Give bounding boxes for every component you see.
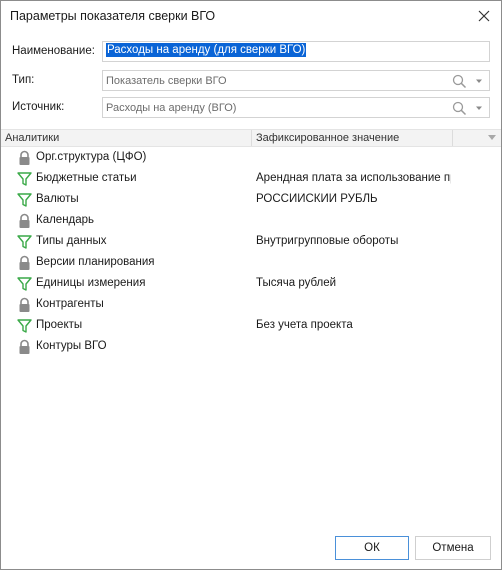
table-row[interactable]: Проекты Без учета проекта <box>1 315 501 336</box>
column-divider[interactable] <box>452 130 453 146</box>
analytic-name: Типы данных <box>36 235 107 247</box>
name-row: Наименование: Расходы на аренду (для све… <box>1 41 501 63</box>
analytic-name: Единицы измерения <box>36 277 146 289</box>
analytic-name: Версии планирования <box>36 256 155 268</box>
fixed-value[interactable]: Арендная плата за использование про <box>256 172 451 184</box>
name-label: Наименование: <box>12 45 95 57</box>
close-icon <box>478 10 490 22</box>
lock-icon <box>17 213 32 229</box>
search-icon[interactable] <box>452 101 467 116</box>
source-label: Источник: <box>12 101 65 113</box>
analytic-name: Валюты <box>36 193 79 205</box>
table-row[interactable]: Версии планирования <box>1 252 501 273</box>
lock-icon <box>17 297 32 313</box>
column-divider[interactable] <box>251 130 252 146</box>
analytic-name: Контуры ВГО <box>36 340 107 352</box>
fixed-value[interactable]: Тысяча рублей <box>256 277 451 289</box>
table-row[interactable]: Бюджетные статьи Арендная плата за исполь… <box>1 168 501 189</box>
title-bar: Параметры показателя сверки ВГО <box>1 1 501 31</box>
source-row: Источник: Расходы на аренду (ВГО) <box>1 97 501 119</box>
lock-icon <box>17 255 32 271</box>
cancel-button[interactable]: Отмена <box>415 536 491 560</box>
table-row[interactable]: Календарь <box>1 210 501 231</box>
lock-icon <box>17 339 32 355</box>
type-label: Тип: <box>12 74 35 86</box>
name-field[interactable]: Расходы на аренду (для сверки ВГО) <box>102 41 490 62</box>
type-value: Показатель сверки ВГО <box>106 75 227 87</box>
analytic-name: Календарь <box>36 214 95 226</box>
close-button[interactable] <box>473 5 495 27</box>
analytics-grid: Аналитики Зафиксированное значение Орг.с… <box>1 129 501 519</box>
column-header-analytics[interactable]: Аналитики <box>5 132 59 144</box>
source-select[interactable]: Расходы на аренду (ВГО) <box>102 97 490 118</box>
grid-header: Аналитики Зафиксированное значение <box>1 129 501 147</box>
ok-button[interactable]: ОК <box>335 536 409 560</box>
chevron-down-icon[interactable] <box>474 103 484 113</box>
dialog-window: Параметры показателя сверки ВГО Наименов… <box>0 0 502 570</box>
table-row[interactable]: Единицы измерения Тысяча рублей <box>1 273 501 294</box>
chevron-down-icon[interactable] <box>488 135 496 141</box>
table-row[interactable]: Валюты РОССИЙСКИЙ РУБЛЬ <box>1 189 501 210</box>
fixed-value[interactable]: РОССИЙСКИЙ РУБЛЬ <box>256 193 451 205</box>
filter-icon <box>17 318 32 334</box>
filter-icon <box>17 171 32 187</box>
analytic-name: Контрагенты <box>36 298 104 310</box>
filter-icon <box>17 276 32 292</box>
name-value: Расходы на аренду (для сверки ВГО) <box>106 43 307 57</box>
analytic-name: Проекты <box>36 319 83 331</box>
column-header-fixed-value[interactable]: Зафиксированное значение <box>256 132 399 144</box>
type-select[interactable]: Показатель сверки ВГО <box>102 70 490 91</box>
filter-icon <box>17 234 32 250</box>
analytic-name: Бюджетные статьи <box>36 172 137 184</box>
table-row[interactable]: Контрагенты <box>1 294 501 315</box>
table-row[interactable]: Контуры ВГО <box>1 336 501 357</box>
chevron-down-icon[interactable] <box>474 76 484 86</box>
fixed-value[interactable]: Внутригрупповые обороты <box>256 235 451 247</box>
lock-icon <box>17 150 32 166</box>
fixed-value[interactable]: Без учета проекта <box>256 319 451 331</box>
source-value: Расходы на аренду (ВГО) <box>106 102 237 114</box>
table-row[interactable]: Типы данных Внутригрупповые обороты <box>1 231 501 252</box>
search-icon[interactable] <box>452 74 467 89</box>
table-row[interactable]: Орг.структура (ЦФО) <box>1 147 501 168</box>
dialog-title: Параметры показателя сверки ВГО <box>10 9 216 23</box>
filter-icon <box>17 192 32 208</box>
analytic-name: Орг.структура (ЦФО) <box>36 151 147 163</box>
type-row: Тип: Показатель сверки ВГО <box>1 70 501 92</box>
